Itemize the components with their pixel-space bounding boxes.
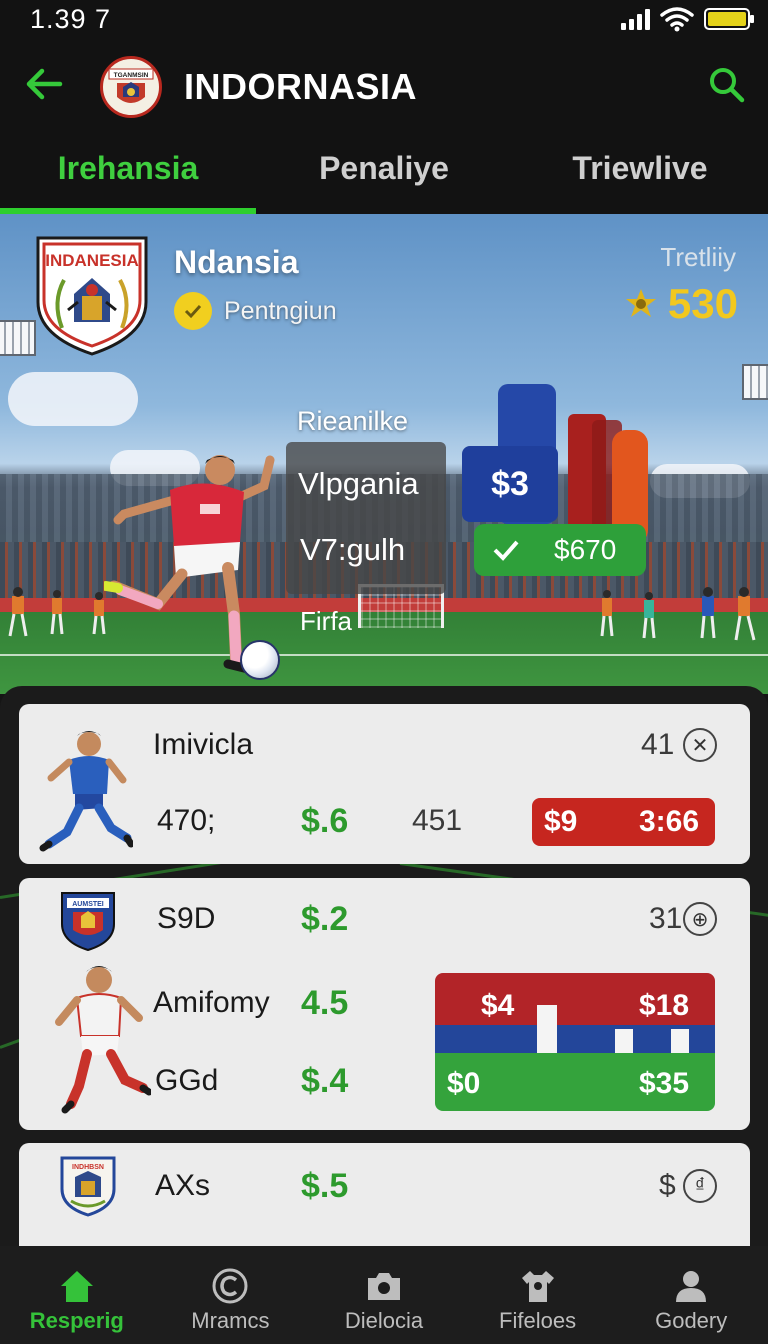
background-players <box>600 587 756 641</box>
bottom-nav: Resperig Mramcs Dielocia Fifeloes Godery <box>0 1246 768 1344</box>
wifi-icon <box>660 7 694 32</box>
page-title: INDORNASIA <box>184 66 418 107</box>
odds-combo[interactable]: $4 $18 $0 $35 <box>435 973 715 1111</box>
team-name: Ndansia <box>174 244 299 280</box>
check-icon <box>493 540 519 561</box>
team-status-text: Pentngiun <box>224 296 337 325</box>
club-crest-text: AUMSTEI <box>72 901 104 908</box>
odds-right: 3:66 <box>638 805 699 838</box>
combo-bar <box>671 1029 689 1053</box>
search-icon[interactable] <box>706 64 746 104</box>
signal-icon <box>621 8 650 30</box>
combo-top-right: $18 <box>639 989 690 1022</box>
tab-irehansia[interactable]: Irehansia <box>0 130 256 214</box>
hero-crest-text: INDANESIA <box>45 251 139 270</box>
combo-bar <box>615 1029 633 1053</box>
nav-label: Godery <box>655 1308 728 1333</box>
cloud <box>8 372 138 426</box>
nav-item-fifeloes[interactable]: Fifeloes <box>461 1246 615 1344</box>
value-badge-green[interactable]: $670 <box>474 524 646 576</box>
row-name: GGd <box>155 1064 219 1097</box>
club-crest-text: INDHBSN <box>72 1164 104 1171</box>
player-card[interactable]: Imivicla 41 ✕ 470; $.6 451 $9 3:66 <box>19 704 750 864</box>
row-name: AXs <box>155 1169 211 1202</box>
shirt-icon <box>521 1271 554 1302</box>
combo-top-left: $4 <box>481 989 515 1022</box>
floodlight <box>742 364 768 400</box>
nav-item-mramcs[interactable]: Mramcs <box>154 1246 308 1344</box>
battery-icon <box>704 8 754 30</box>
nav-label: Mramcs <box>191 1308 270 1333</box>
tab-bar: Irehansia Penaliye Triewlive <box>0 130 768 214</box>
home-icon <box>60 1271 93 1302</box>
value-badge-blue: $3 <box>462 446 558 522</box>
team-status: Pentngiun <box>174 292 337 330</box>
header-crest-text: TGANMSIN <box>114 72 149 79</box>
player-name: Imivicla <box>153 728 254 761</box>
green-value: $670 <box>554 534 617 565</box>
score-display: 530 <box>624 280 738 328</box>
overlay-footer: Firfa <box>300 606 352 636</box>
status-time: 1.39 7 <box>30 4 112 34</box>
odds-pill[interactable]: $9 3:66 <box>532 798 715 846</box>
score-label: Tretliiy <box>660 242 736 272</box>
row-price: $.4 <box>301 1062 349 1100</box>
overlay-line-1: Vlpgania <box>298 466 419 501</box>
person-icon <box>676 1271 707 1302</box>
combo-bottom-left: $0 <box>447 1067 481 1100</box>
row-count: $ <box>659 1169 676 1202</box>
overlay-line-2: V7:gulh <box>300 532 406 567</box>
player-avatar <box>39 731 133 852</box>
nav-label: Dielocia <box>344 1308 424 1333</box>
combo-bar <box>537 1005 557 1053</box>
nav-item-godery[interactable]: Godery <box>614 1246 768 1344</box>
club-crest: INDHBSN <box>60 1156 116 1217</box>
back-arrow-icon[interactable] <box>22 62 66 106</box>
verified-badge-icon <box>174 292 212 330</box>
player-avatar <box>55 966 151 1114</box>
player-count: 41 <box>641 728 675 761</box>
soccer-ball <box>240 640 280 680</box>
nav-label: Fifeloes <box>499 1308 577 1333</box>
status-icons <box>621 6 754 32</box>
row-name: Amifomy <box>153 986 270 1019</box>
team-logo: TGANMSIN <box>100 56 162 118</box>
stat-value: 470; <box>157 804 216 837</box>
score-value: 530 <box>667 280 738 327</box>
row-price: $.5 <box>301 1167 349 1205</box>
camera-icon <box>367 1273 400 1300</box>
app-header: TGANMSIN INDORNASIA <box>0 44 768 130</box>
player-card[interactable]: INDHBSN AXs $.5 $ ₫ <box>19 1143 750 1246</box>
nav-item-dielocia[interactable]: Dielocia <box>307 1246 461 1344</box>
row-name: S9D <box>157 902 216 935</box>
tab-penaliye[interactable]: Penaliye <box>256 130 512 214</box>
app-root: 1.39 7 TGANMSIN INDORNASIA Irehansia Pen… <box>0 0 768 1344</box>
row-count: 31 <box>649 902 683 935</box>
overlay-label: Rieanilke <box>297 406 409 436</box>
close-circle-icon[interactable]: ✕ <box>683 728 717 762</box>
player-list: Imivicla 41 ✕ 470; $.6 451 $9 3:66 AUMST… <box>0 686 768 1246</box>
row-price: $.2 <box>301 900 349 938</box>
team-crest: INDANESIA <box>36 236 148 356</box>
club-crest: AUMSTEI <box>61 892 115 952</box>
tab-triewlive[interactable]: Triewlive <box>512 130 768 214</box>
odds-left: $9 <box>544 805 578 838</box>
info-circle-icon[interactable]: ⊕ <box>683 902 717 936</box>
overlay-panel <box>286 442 446 594</box>
trophy-icon <box>625 289 656 317</box>
info-circle-icon[interactable]: ₫ <box>683 1169 717 1203</box>
floodlight <box>0 320 36 356</box>
combo-bottom-right: $35 <box>639 1067 690 1100</box>
nav-item-resperig[interactable]: Resperig <box>0 1246 154 1344</box>
status-bar: 1.39 7 <box>0 0 768 44</box>
stat-value: 451 <box>412 804 463 837</box>
player-card[interactable]: AUMSTEI S9D $.2 31 ⊕ Amifomy 4.5 GGd $.4 <box>19 878 750 1130</box>
nav-label: Resperig <box>29 1308 124 1333</box>
hero-banner: INDANESIA Ndansia Pentngiun Tretliiy 530… <box>0 214 768 694</box>
circle-c-icon <box>212 1268 248 1304</box>
row-price: 4.5 <box>301 984 349 1022</box>
player-price: $.6 <box>301 802 349 840</box>
